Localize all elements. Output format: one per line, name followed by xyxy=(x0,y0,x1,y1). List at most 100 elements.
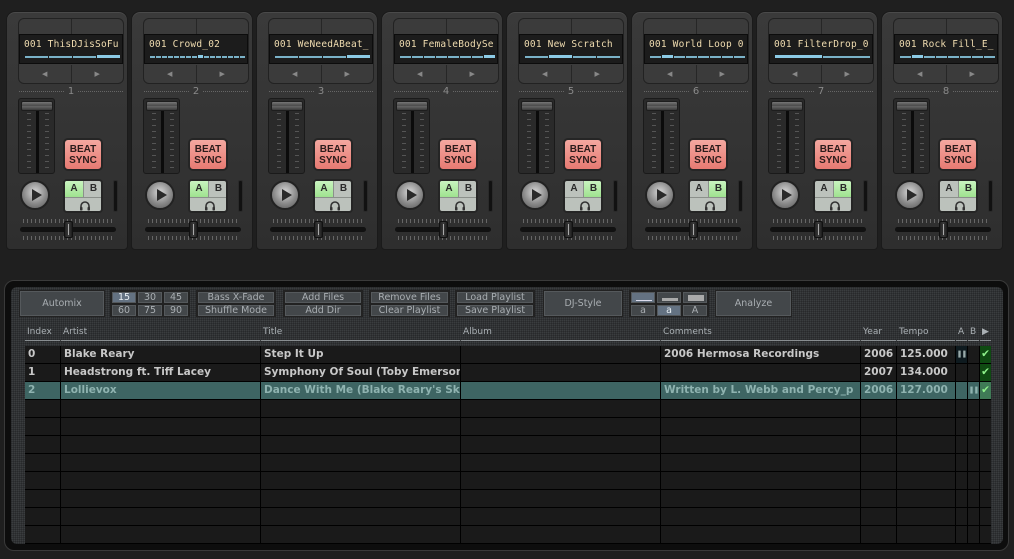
assign-b-button[interactable]: B xyxy=(709,181,726,197)
row-size-medium-button[interactable] xyxy=(656,291,682,304)
volume-fader[interactable] xyxy=(518,98,555,174)
display-top-right-button[interactable] xyxy=(322,19,374,34)
headphone-cue-button[interactable] xyxy=(65,197,101,211)
duration-30-button[interactable]: 30 xyxy=(137,291,163,304)
play-button[interactable] xyxy=(20,180,50,210)
display-top-left-button[interactable] xyxy=(144,19,197,34)
headphone-cue-button[interactable] xyxy=(815,197,851,211)
volume-fader-handle[interactable] xyxy=(146,101,178,111)
beat-sync-button[interactable]: BEAT SYNC xyxy=(438,138,478,171)
assign-b-button[interactable]: B xyxy=(334,181,351,197)
pitch-slider-handle[interactable] xyxy=(689,221,698,238)
headphone-cue-button[interactable] xyxy=(690,197,726,211)
pitch-slider[interactable] xyxy=(143,218,243,240)
display-top-left-button[interactable] xyxy=(894,19,947,34)
volume-fader[interactable] xyxy=(393,98,430,174)
prev-sample-button[interactable]: ◀ xyxy=(769,65,822,83)
column-header-index[interactable]: Index xyxy=(25,325,60,341)
assign-a-button[interactable]: A xyxy=(565,181,584,197)
pitch-slider-handle[interactable] xyxy=(564,221,573,238)
display-top-left-button[interactable] xyxy=(769,19,822,34)
headphone-cue-button[interactable] xyxy=(190,197,226,211)
duration-15-button[interactable]: 15 xyxy=(111,291,137,304)
column-header-tempo[interactable]: Tempo xyxy=(897,325,955,341)
pitch-slider[interactable] xyxy=(18,218,118,240)
empty-table-row[interactable] xyxy=(25,418,991,436)
pitch-slider-handle[interactable] xyxy=(439,221,448,238)
pitch-slider-handle[interactable] xyxy=(814,221,823,238)
assign-a-button[interactable]: A xyxy=(940,181,959,197)
volume-fader[interactable] xyxy=(768,98,805,174)
assign-b-button[interactable]: B xyxy=(459,181,476,197)
pitch-slider-handle[interactable] xyxy=(189,221,198,238)
display-top-left-button[interactable] xyxy=(19,19,72,34)
display-top-right-button[interactable] xyxy=(947,19,999,34)
pitch-slider[interactable] xyxy=(643,218,743,240)
prev-sample-button[interactable]: ◀ xyxy=(144,65,197,83)
pitch-slider[interactable] xyxy=(893,218,993,240)
beat-sync-button[interactable]: BEAT SYNC xyxy=(938,138,978,171)
pitch-slider-handle[interactable] xyxy=(314,221,323,238)
volume-fader-handle[interactable] xyxy=(896,101,928,111)
save-playlist-button[interactable]: Save Playlist xyxy=(456,304,534,317)
assign-b-button[interactable]: B xyxy=(834,181,851,197)
assign-a-button[interactable]: A xyxy=(690,181,709,197)
beat-sync-button[interactable]: BEAT SYNC xyxy=(688,138,728,171)
remove-files-button[interactable]: Remove Files xyxy=(370,291,449,304)
dj-style-button[interactable]: DJ-Style xyxy=(543,290,623,317)
empty-table-row[interactable] xyxy=(25,436,991,454)
next-sample-button[interactable]: ▶ xyxy=(447,65,499,83)
beat-sync-button[interactable]: BEAT SYNC xyxy=(563,138,603,171)
column-header-b[interactable]: B xyxy=(968,325,979,341)
assign-a-button[interactable]: A xyxy=(65,181,84,197)
clear-playlist-button[interactable]: Clear Playlist xyxy=(370,304,449,317)
play-button[interactable] xyxy=(520,180,550,210)
volume-fader[interactable] xyxy=(143,98,180,174)
volume-fader-handle[interactable] xyxy=(271,101,303,111)
prev-sample-button[interactable]: ◀ xyxy=(269,65,322,83)
play-button[interactable] xyxy=(645,180,675,210)
pitch-slider-handle[interactable] xyxy=(64,221,73,238)
display-top-left-button[interactable] xyxy=(519,19,572,34)
volume-fader-handle[interactable] xyxy=(771,101,803,111)
display-top-right-button[interactable] xyxy=(197,19,249,34)
empty-table-row[interactable] xyxy=(25,508,991,526)
bass-xfade-button[interactable]: Bass X-Fade xyxy=(197,291,275,304)
table-row[interactable]: 0 Blake Reary Step It Up 2006 Hermosa Recor… xyxy=(25,346,991,364)
play-button[interactable] xyxy=(895,180,925,210)
volume-fader[interactable] xyxy=(643,98,680,174)
display-top-left-button[interactable] xyxy=(644,19,697,34)
row-size-large-button[interactable] xyxy=(682,291,708,304)
display-top-right-button[interactable] xyxy=(72,19,124,34)
empty-table-row[interactable] xyxy=(25,490,991,508)
assign-b-button[interactable]: B xyxy=(584,181,601,197)
volume-fader[interactable] xyxy=(893,98,930,174)
beat-sync-button[interactable]: BEAT SYNC xyxy=(188,138,228,171)
column-header-comments[interactable]: Comments xyxy=(661,325,860,341)
headphone-cue-button[interactable] xyxy=(565,197,601,211)
add-files-button[interactable]: Add Files xyxy=(284,291,362,304)
column-header-artist[interactable]: Artist xyxy=(61,325,260,341)
table-row[interactable]: 1 Headstrong ft. Tiff Lacey Symphony Of So… xyxy=(25,364,991,382)
empty-table-row[interactable] xyxy=(25,526,991,544)
prev-sample-button[interactable]: ◀ xyxy=(19,65,72,83)
beat-sync-button[interactable]: BEAT SYNC xyxy=(313,138,353,171)
volume-fader-handle[interactable] xyxy=(21,101,53,111)
assign-a-button[interactable]: A xyxy=(315,181,334,197)
table-row[interactable]: 2 Lollievox Dance With Me (Blake Reary's S… xyxy=(25,382,991,400)
display-top-right-button[interactable] xyxy=(822,19,874,34)
pitch-slider[interactable] xyxy=(268,218,368,240)
automix-button[interactable]: Automix xyxy=(19,290,105,317)
volume-fader-handle[interactable] xyxy=(396,101,428,111)
empty-table-row[interactable] xyxy=(25,400,991,418)
shuffle-mode-button[interactable]: Shuffle Mode xyxy=(197,304,275,317)
play-button[interactable] xyxy=(770,180,800,210)
enabled-check-icon[interactable]: ✔ xyxy=(980,364,991,381)
display-top-left-button[interactable] xyxy=(269,19,322,34)
duration-90-button[interactable]: 90 xyxy=(163,304,189,317)
pitch-slider[interactable] xyxy=(768,218,868,240)
enabled-check-icon[interactable]: ✔ xyxy=(980,346,991,363)
play-button[interactable] xyxy=(395,180,425,210)
empty-table-row[interactable] xyxy=(25,472,991,490)
play-button[interactable] xyxy=(145,180,175,210)
